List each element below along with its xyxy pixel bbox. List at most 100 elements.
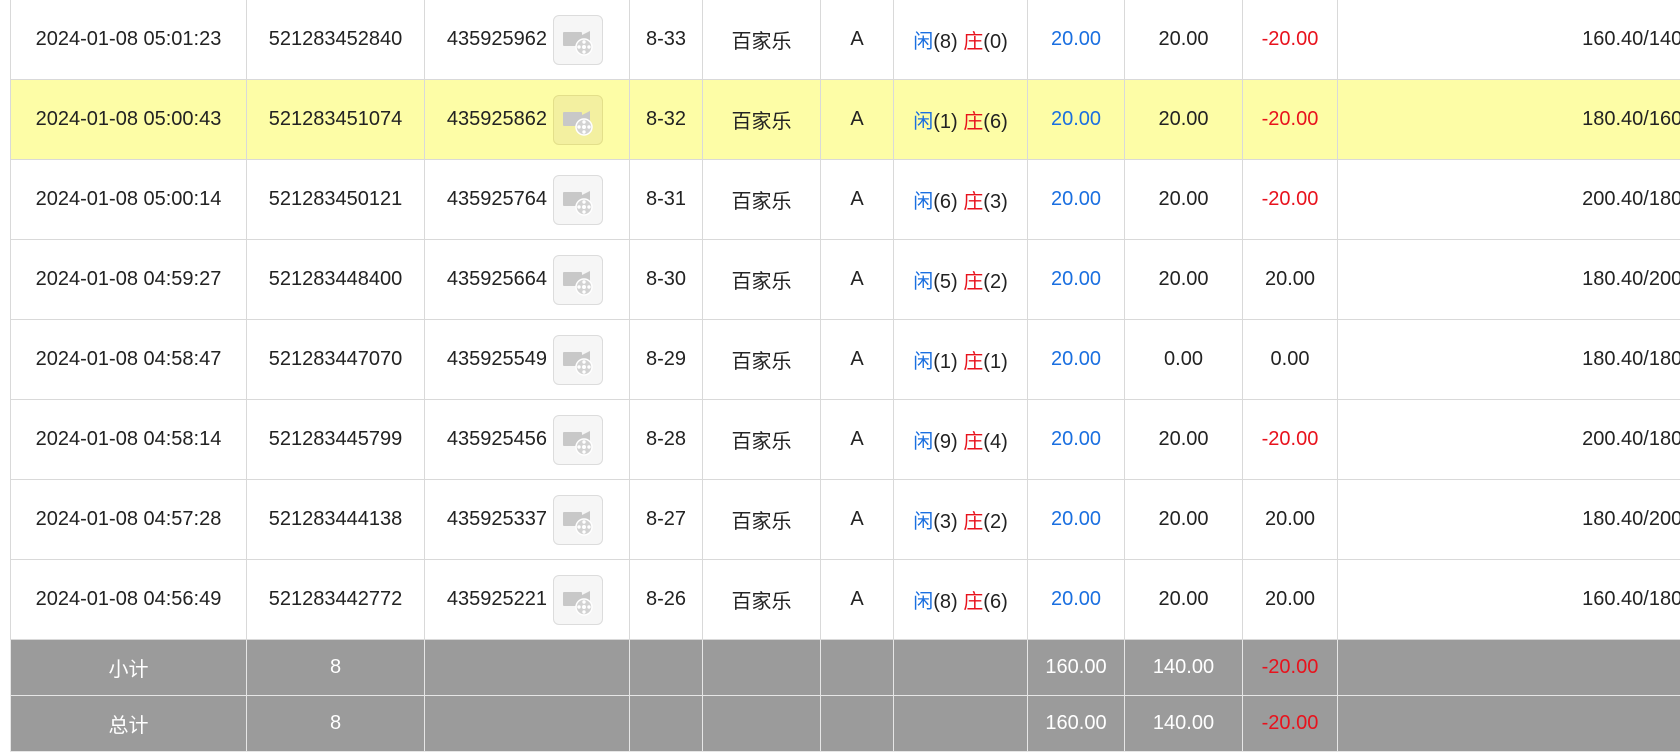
video-replay-icon[interactable]	[553, 495, 603, 545]
valid-bet: 20.00	[1125, 80, 1243, 160]
player-points: (8)	[933, 31, 957, 53]
balance: 180.40/200.40	[1338, 240, 1680, 320]
table-name: A	[821, 160, 894, 240]
table-name: A	[821, 240, 894, 320]
banker-points: (6)	[983, 111, 1007, 133]
bet-time: 2024-01-08 04:57:28	[11, 480, 247, 560]
player-label: 闲	[913, 191, 933, 213]
summary-empty	[630, 696, 703, 752]
summary-valid-bet: 140.00	[1125, 696, 1243, 752]
banker-label: 庄	[963, 351, 983, 373]
summary-empty	[821, 640, 894, 696]
shoe-round: 8-28	[630, 400, 703, 480]
summary-empty	[894, 640, 1028, 696]
shoe-round: 8-27	[630, 480, 703, 560]
bet-amount: 20.00	[1028, 320, 1125, 400]
round-id: 435925456	[447, 428, 547, 451]
table-row: 2024-01-08 05:00:14 521283450121 4359257…	[11, 160, 1680, 240]
player-points: (1)	[933, 351, 957, 373]
win-loss: 20.00	[1243, 240, 1338, 320]
balance: 180.40/160.40	[1338, 80, 1680, 160]
win-loss: -20.00	[1243, 0, 1338, 80]
order-id: 521283451074	[247, 80, 425, 160]
video-replay-icon[interactable]	[553, 575, 603, 625]
player-points: (3)	[933, 511, 957, 533]
game-name: 百家乐	[703, 560, 821, 640]
banker-label: 庄	[963, 111, 983, 133]
table-name: A	[821, 480, 894, 560]
banker-points: (1)	[983, 351, 1007, 373]
shoe-round: 8-29	[630, 320, 703, 400]
win-loss: 20.00	[1243, 560, 1338, 640]
game-result: 闲(9) 庄(4)	[894, 400, 1028, 480]
win-loss: 0.00	[1243, 320, 1338, 400]
valid-bet: 20.00	[1125, 0, 1243, 80]
player-label: 闲	[913, 31, 933, 53]
video-replay-icon[interactable]	[553, 255, 603, 305]
player-points: (8)	[933, 591, 957, 613]
player-label: 闲	[913, 431, 933, 453]
game-name: 百家乐	[703, 480, 821, 560]
game-name: 百家乐	[703, 0, 821, 80]
bet-amount: 20.00	[1028, 480, 1125, 560]
round-id: 435925764	[447, 188, 547, 211]
table-row: 2024-01-08 04:56:49 521283442772 4359252…	[11, 560, 1680, 640]
table-name: A	[821, 0, 894, 80]
banker-label: 庄	[963, 191, 983, 213]
bet-time: 2024-01-08 04:56:49	[11, 560, 247, 640]
balance: 160.40/180.40	[1338, 560, 1680, 640]
banker-points: (2)	[983, 271, 1007, 293]
valid-bet: 20.00	[1125, 560, 1243, 640]
summary-empty	[425, 696, 630, 752]
bet-time: 2024-01-08 04:59:27	[11, 240, 247, 320]
summary-empty	[703, 696, 821, 752]
table-row: 2024-01-08 05:00:43 521283451074 4359258…	[11, 80, 1680, 160]
video-replay-icon[interactable]	[553, 175, 603, 225]
game-result: 闲(3) 庄(2)	[894, 480, 1028, 560]
summary-empty	[894, 696, 1028, 752]
game-name: 百家乐	[703, 240, 821, 320]
banker-label: 庄	[963, 271, 983, 293]
balance: 200.40/180.40	[1338, 160, 1680, 240]
video-replay-icon[interactable]	[553, 415, 603, 465]
summary-row: 小计 8 160.00 140.00 -20.00	[11, 640, 1680, 696]
table-name: A	[821, 560, 894, 640]
order-id: 521283448400	[247, 240, 425, 320]
summary-count: 8	[247, 696, 425, 752]
valid-bet: 20.00	[1125, 400, 1243, 480]
banker-points: (4)	[983, 431, 1007, 453]
video-replay-icon[interactable]	[553, 15, 603, 65]
game-result: 闲(5) 庄(2)	[894, 240, 1028, 320]
valid-bet: 0.00	[1125, 320, 1243, 400]
player-label: 闲	[913, 271, 933, 293]
round-id-cell: 435925664	[425, 240, 630, 320]
round-id-cell: 435925549	[425, 320, 630, 400]
round-id: 435925337	[447, 508, 547, 531]
bet-amount: 20.00	[1028, 240, 1125, 320]
bet-time: 2024-01-08 04:58:47	[11, 320, 247, 400]
bet-time: 2024-01-08 05:00:43	[11, 80, 247, 160]
summary-label: 总计	[11, 696, 247, 752]
video-replay-icon[interactable]	[553, 335, 603, 385]
banker-label: 庄	[963, 431, 983, 453]
summary-count: 8	[247, 640, 425, 696]
round-id-cell: 435925456	[425, 400, 630, 480]
summary-empty	[821, 696, 894, 752]
table-name: A	[821, 80, 894, 160]
win-loss: -20.00	[1243, 80, 1338, 160]
table-row: 2024-01-08 04:58:47 521283447070 4359255…	[11, 320, 1680, 400]
bet-amount: 20.00	[1028, 160, 1125, 240]
game-result: 闲(8) 庄(0)	[894, 0, 1028, 80]
bet-amount: 20.00	[1028, 0, 1125, 80]
summary-row: 总计 8 160.00 140.00 -20.00	[11, 696, 1680, 752]
video-replay-icon[interactable]	[553, 95, 603, 145]
game-result: 闲(1) 庄(6)	[894, 80, 1028, 160]
win-loss: -20.00	[1243, 400, 1338, 480]
game-result: 闲(1) 庄(1)	[894, 320, 1028, 400]
balance: 160.40/140.40	[1338, 0, 1680, 80]
round-id-cell: 435925962	[425, 0, 630, 80]
valid-bet: 20.00	[1125, 480, 1243, 560]
round-id-cell: 435925221	[425, 560, 630, 640]
summary-empty	[1338, 640, 1680, 696]
bet-amount: 20.00	[1028, 80, 1125, 160]
